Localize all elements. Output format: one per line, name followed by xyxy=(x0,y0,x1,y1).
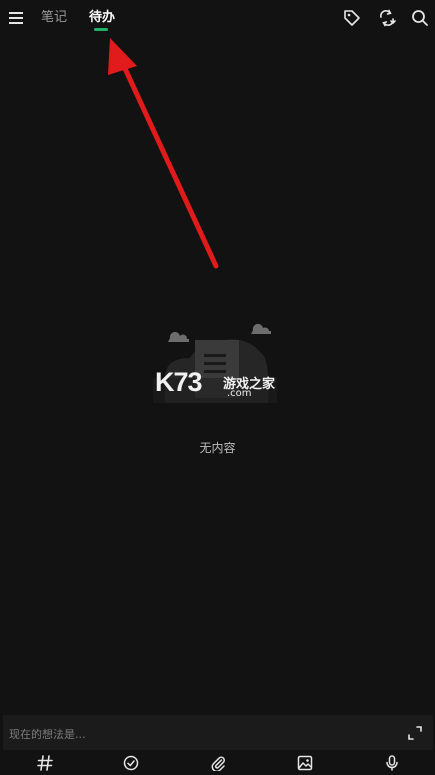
empty-state-text: 无内容 xyxy=(199,441,236,455)
tag-icon[interactable] xyxy=(340,6,364,30)
note-input[interactable]: 现在的想法是... xyxy=(3,715,433,750)
hashtag-icon[interactable] xyxy=(33,751,57,775)
input-placeholder: 现在的想法是... xyxy=(9,728,86,741)
tab-todo[interactable]: 待办 xyxy=(89,9,115,27)
watermark-domain: .com xyxy=(227,388,252,399)
bottom-toolbar xyxy=(0,750,435,775)
image-icon[interactable] xyxy=(293,751,317,775)
watermark-main: K73 xyxy=(155,367,203,397)
watermark-logo: K73 游戏之家 .com xyxy=(155,367,285,402)
microphone-icon[interactable] xyxy=(380,751,404,775)
check-circle-icon[interactable] xyxy=(119,751,143,775)
search-icon[interactable] xyxy=(408,6,432,30)
top-bar: 笔记 待办 xyxy=(0,0,435,36)
active-tab-indicator xyxy=(94,28,108,31)
expand-icon[interactable] xyxy=(403,721,427,745)
hamburger-menu-icon[interactable] xyxy=(4,6,28,30)
sync-icon[interactable] xyxy=(375,6,399,30)
attachment-icon[interactable] xyxy=(206,751,230,775)
tab-notes[interactable]: 笔记 xyxy=(41,9,67,27)
